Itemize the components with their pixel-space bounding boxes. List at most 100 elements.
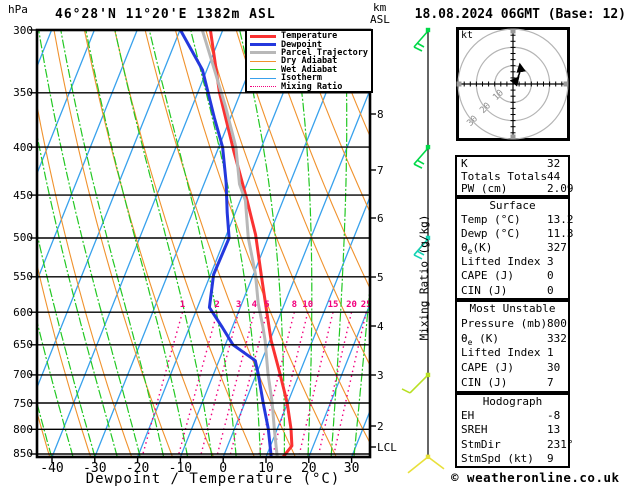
index-label: CAPE (J) — [461, 361, 514, 375]
lcl-label: LCL — [377, 441, 397, 454]
index-label: Totals Totals — [461, 169, 548, 183]
index-value: 3 — [547, 255, 554, 269]
index-value: 332 — [547, 331, 567, 345]
x-axis-label: Dewpoint / Temperature (°C) — [85, 471, 341, 486]
index-table-row: Lifted Index 3 — [457, 255, 568, 269]
km-tick-label: 3 — [377, 368, 384, 382]
mixing-ratio-line — [318, 312, 353, 455]
index-table-row: CIN (J) 7 — [457, 376, 568, 391]
pressure-tick-label: 700 — [13, 368, 33, 382]
legend-line-sample — [250, 51, 276, 55]
index-value: 0 — [547, 269, 554, 283]
index-value: 1 — [547, 346, 554, 360]
mixing-ratio-value-label: 20 — [346, 300, 357, 310]
wind-barb — [407, 454, 445, 474]
index-table-row: CAPE (J) 30 — [457, 361, 568, 376]
index-value: 231° — [547, 437, 574, 451]
index-value: 13.2 — [547, 213, 574, 227]
mixing-ratio-value-label: 8 — [292, 300, 297, 310]
pressure-tick-label: 850 — [13, 447, 33, 461]
index-value: -8 — [547, 409, 561, 423]
mixing-ratio-line — [142, 312, 184, 455]
skewt-sounding-page: 1 2 3 4 5 8 10 15 20 25 10 20 30 hPa 46°28'N 11°20'E… — [0, 0, 629, 486]
index-label: StmDir — [461, 437, 501, 451]
index-table: K 32 Totals Totals 44 PW (cm) 2.09 — [455, 155, 574, 197]
index-label: θe(K) — [461, 241, 493, 257]
wet-adiabat-line — [353, 292, 369, 456]
index-value: 0 — [547, 283, 554, 297]
legend-line-sample — [250, 34, 276, 38]
index-value: 9 — [547, 451, 554, 465]
index-label: SREH — [461, 423, 488, 437]
index-table: Hodograph EH -8 SREH 13 StmDir 231° StmSpd (kt)… — [455, 393, 574, 468]
station-title: 46°28'N 11°20'E 1382m ASL — [55, 7, 276, 22]
index-table: Most Unstable Pressure (mb) 800 θe (K) 332 Li… — [455, 300, 570, 393]
legend-line-sample — [250, 60, 276, 62]
pressure-tick-label: 300 — [13, 23, 33, 37]
km-tick-label: 6 — [377, 211, 384, 225]
altitude-axis-unit-asl: ASL — [370, 13, 390, 26]
pressure-tick-label: 750 — [13, 396, 33, 410]
hodograph-unit-label: kt — [461, 30, 474, 41]
index-table-row: K 32 — [457, 157, 568, 170]
mixing-ratio-value-label: 2 — [214, 300, 219, 310]
wind-barb — [401, 372, 431, 394]
mixing-ratio-value-label: 4 — [252, 300, 258, 310]
km-tick-label: 5 — [377, 270, 384, 284]
mixing-ratio-value-label: 5 — [264, 300, 269, 310]
mixing-ratio-line — [229, 312, 268, 455]
index-table-title: Surface — [489, 199, 536, 212]
index-table-row: CAPE (J) 0 — [457, 269, 568, 283]
index-value: 800 — [547, 316, 567, 330]
index-label: Dewp (°C) — [461, 227, 521, 241]
km-tick-label: 7 — [377, 163, 384, 177]
index-label: K — [461, 157, 468, 170]
isotherm-line — [38, 31, 181, 387]
index-table-row: θe(K) 327 — [457, 241, 568, 257]
index-table-row: Lifted Index 1 — [457, 346, 568, 361]
pressure-tick-label: 500 — [13, 231, 33, 245]
index-table-row: Pressure (mb) 800 — [457, 317, 568, 332]
index-label: StmSpd (kt) — [461, 451, 534, 465]
pressure-tick-label: 400 — [13, 140, 33, 154]
mixing-ratio-value-label: 1 — [180, 300, 185, 310]
copyright-footer: © weatheronline.co.uk — [451, 470, 620, 485]
dry-adiabat-line — [53, 31, 173, 456]
dry-adiabat-line — [266, 31, 369, 288]
index-table-row: CIN (J) 0 — [457, 284, 568, 298]
legend-line-sample — [250, 86, 276, 88]
isotherm-line — [265, 197, 369, 456]
index-table-row: Dewp (°C) 11.3 — [457, 227, 574, 241]
index-table-row: EH -8 — [457, 409, 568, 423]
km-tick-label: 4 — [377, 319, 384, 333]
index-label: Lifted Index — [461, 346, 541, 360]
legend-item-label: Isotherm — [281, 73, 322, 84]
temperature-tick-label: -40 — [40, 461, 64, 476]
index-label: Temp (°C) — [461, 213, 521, 227]
index-table-title: Most Unstable — [469, 302, 556, 315]
legend-item: Mixing Ratio — [250, 81, 371, 92]
index-table: Surface Temp (°C) 13.2 Dewp (°C) 11.3 θe(K) 32… — [455, 197, 574, 300]
legend-line-sample — [250, 77, 276, 79]
index-label: θe (K) — [461, 331, 499, 347]
index-table-row: SREH 13 — [457, 423, 568, 437]
mixing-ratio-value-label: 10 — [302, 300, 313, 310]
mixing-ratio-axis-label: Mixing Ratio (g/kg) — [417, 214, 431, 341]
isotherm-line — [94, 31, 266, 456]
legend-item-label: Mixing Ratio — [281, 81, 343, 92]
legend-box: Temperature Dewpoint Parcel Trajectory Dry … — [245, 29, 373, 93]
isotherm-line — [308, 304, 369, 456]
index-value: 30 — [547, 361, 561, 375]
pressure-tick-label: 600 — [13, 305, 33, 319]
pressure-tick-label: 550 — [13, 270, 33, 284]
datetime-title: 18.08.2024 06GMT (Base: 12) — [414, 7, 626, 22]
index-label: PW (cm) — [461, 182, 508, 196]
index-label: EH — [461, 409, 475, 423]
index-table-row: StmDir 231° — [457, 437, 574, 452]
index-table-row: Totals Totals 44 — [457, 170, 568, 183]
km-tick-label: 2 — [377, 419, 384, 433]
pressure-tick-label: 800 — [13, 422, 33, 436]
legend-item-label: Temperature — [281, 31, 338, 42]
pressure-tick-label: 650 — [13, 338, 33, 352]
index-table-row: θe (K) 332 — [457, 332, 568, 347]
